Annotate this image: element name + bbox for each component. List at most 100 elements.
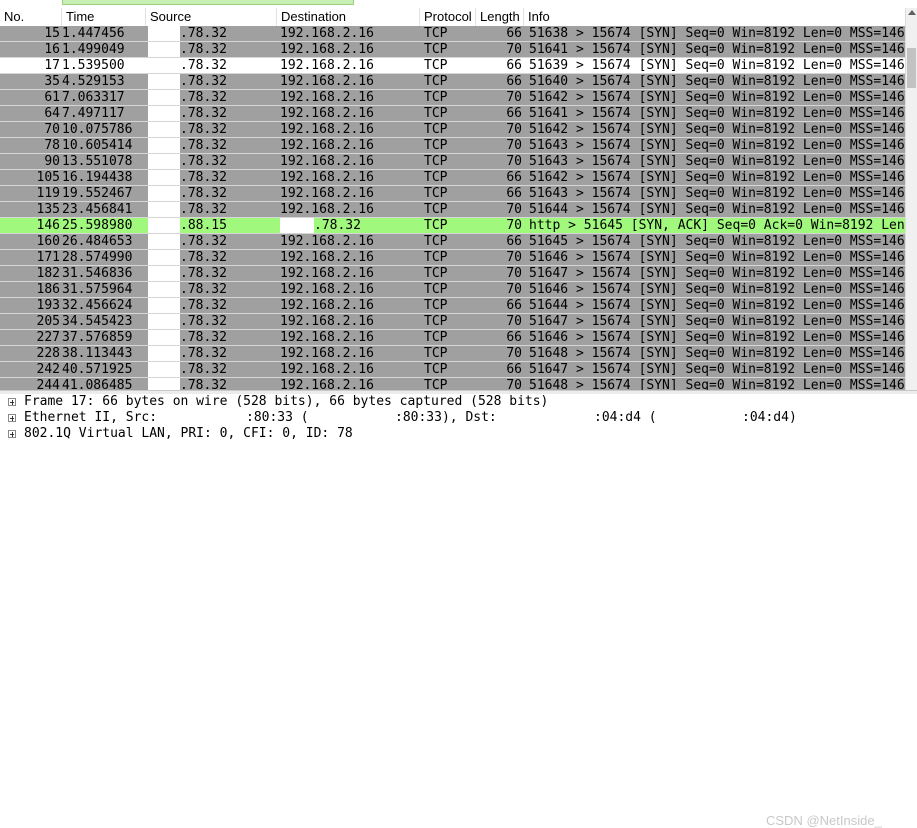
packet-time: 16.194438 — [62, 170, 133, 185]
packet-info: 51647 > 15674 [SYN] Seq=0 Win=8192 Len=0… — [529, 362, 905, 377]
redaction-mask — [148, 250, 180, 266]
packet-no: 35 — [44, 74, 60, 89]
packet-length: 70 — [506, 314, 522, 329]
redaction-mask — [148, 74, 180, 90]
packet-row[interactable]: 171 28.574990 .78.32 192.168.2.16 TCP 70 51646… — [0, 250, 905, 266]
packet-time: 40.571925 — [62, 362, 133, 377]
packet-row[interactable]: 227 37.576859 .78.32 192.168.2.16 TCP 66 51646… — [0, 330, 905, 346]
expand-plus-icon[interactable] — [8, 414, 16, 422]
packet-source: .78.32 — [180, 282, 227, 297]
packet-row[interactable]: 64 7.497117 .78.32 192.168.2.16 TCP 66 51641 >… — [0, 106, 905, 122]
packet-no: 193 — [36, 298, 60, 313]
packet-row[interactable]: 90 13.551078 .78.32 192.168.2.16 TCP 70 51643 … — [0, 154, 905, 170]
packet-row[interactable]: 193 32.456624 .78.32 192.168.2.16 TCP 66 51644… — [0, 298, 905, 314]
packet-length: 66 — [506, 58, 522, 73]
packet-protocol: TCP — [424, 74, 448, 89]
packet-list[interactable]: 15 1.447456 .78.32 192.168.2.16 TCP 66 51638 >… — [0, 26, 905, 390]
packet-no: 119 — [36, 186, 60, 201]
redaction-mask — [148, 298, 180, 314]
packet-source: .78.32 — [180, 106, 227, 121]
packet-row[interactable]: 205 34.545423 .78.32 192.168.2.16 TCP 70 51647… — [0, 314, 905, 330]
packet-destination: 192.168.2.16 — [280, 154, 374, 169]
packet-length: 70 — [506, 90, 522, 105]
packet-info: 51645 > 15674 [SYN] Seq=0 Win=8192 Len=0… — [529, 234, 905, 249]
packet-no: 64 — [44, 106, 60, 121]
packet-time: 38.113443 — [62, 346, 133, 361]
packet-protocol: TCP — [424, 298, 448, 313]
packet-row[interactable]: 119 19.552467 .78.32 192.168.2.16 TCP 66 51643… — [0, 186, 905, 202]
packet-length: 66 — [506, 106, 522, 121]
column-header-info[interactable]: Info — [524, 8, 905, 26]
packet-row[interactable]: 242 40.571925 .78.32 192.168.2.16 TCP 66 51647… — [0, 362, 905, 378]
column-header-no[interactable]: No. — [0, 8, 62, 26]
packet-source: .78.32 — [180, 138, 227, 153]
redaction-mask — [148, 90, 180, 106]
packet-protocol: TCP — [424, 202, 448, 217]
packet-no: 90 — [44, 154, 60, 169]
packet-destination: 192.168.2.16 — [280, 122, 374, 137]
packet-info: 51641 > 15674 [SYN] Seq=0 Win=8192 Len=0… — [529, 106, 905, 121]
packet-row[interactable]: 244 41.086485 .78.32 192.168.2.16 TCP 70 51648… — [0, 378, 905, 390]
redaction-mask — [148, 26, 180, 42]
packet-source: .78.32 — [180, 186, 227, 201]
packet-destination: 192.168.2.16 — [280, 106, 374, 121]
packet-info: 51644 > 15674 [SYN] Seq=0 Win=8192 Len=0… — [529, 202, 905, 217]
packet-protocol: TCP — [424, 26, 448, 41]
packet-time: 25.598980 — [62, 218, 133, 233]
packet-row[interactable]: 228 38.113443 .78.32 192.168.2.16 TCP 70 51648… — [0, 346, 905, 362]
column-header-protocol[interactable]: Protocol — [420, 8, 476, 26]
packet-no: 182 — [36, 266, 60, 281]
packet-row[interactable]: 35 4.529153 .78.32 192.168.2.16 TCP 66 51640 >… — [0, 74, 905, 90]
packet-length: 70 — [506, 282, 522, 297]
packet-destination: 192.168.2.16 — [280, 170, 374, 185]
packet-row[interactable]: 78 10.605414 .78.32 192.168.2.16 TCP 70 51643 … — [0, 138, 905, 154]
packet-row[interactable]: 182 31.546836 .78.32 192.168.2.16 TCP 70 51647… — [0, 266, 905, 282]
packet-source: .78.32 — [180, 170, 227, 185]
packet-row[interactable]: 146 25.598980.88.15.78.32 TCP 70 http > 5164… — [0, 218, 905, 234]
packet-row[interactable]: 160 26.484653 .78.32 192.168.2.16 TCP 66 51645… — [0, 234, 905, 250]
column-header-destination[interactable]: Destination — [277, 8, 420, 26]
packet-time: 31.575964 — [62, 282, 133, 297]
packet-source: .78.32 — [180, 378, 227, 390]
packet-no: 244 — [36, 378, 60, 390]
detail-frame-row[interactable]: Frame 17: 66 bytes on wire (528 bits), 6… — [0, 394, 917, 410]
packet-protocol: TCP — [424, 330, 448, 345]
scrollbar-thumb[interactable] — [907, 48, 916, 88]
expand-plus-icon[interactable] — [8, 398, 16, 406]
packet-row[interactable]: 16 1.499049 .78.32 192.168.2.16 TCP 70 51641 >… — [0, 42, 905, 58]
packet-time: 31.546836 — [62, 266, 133, 281]
packet-protocol: TCP — [424, 314, 448, 329]
packet-protocol: TCP — [424, 42, 448, 57]
packet-row[interactable]: 61 7.063317 .78.32 192.168.2.16 TCP 70 51642 >… — [0, 90, 905, 106]
packet-list-scrollbar[interactable] — [905, 8, 917, 390]
packet-row[interactable]: 186 31.575964 .78.32 192.168.2.16 TCP 70 51646… — [0, 282, 905, 298]
packet-destination: 192.168.2.16 — [280, 346, 374, 361]
detail-vlan-row[interactable]: 802.1Q Virtual LAN, PRI: 0, CFI: 0, ID: … — [0, 426, 917, 442]
packet-row[interactable]: 15 1.447456 .78.32 192.168.2.16 TCP 66 51638 >… — [0, 26, 905, 42]
packet-protocol: TCP — [424, 266, 448, 281]
packet-row[interactable]: 70 10.075786.78.32 192.168.2.16 TCP 70 51642 … — [0, 122, 905, 138]
scroll-up-arrow-icon[interactable] — [908, 10, 916, 15]
packet-protocol: TCP — [424, 106, 448, 121]
packet-destination: 192.168.2.16 — [280, 234, 374, 249]
packet-row[interactable]: 105 16.194438 .78.32 192.168.2.16 TCP 66 51642… — [0, 170, 905, 186]
packet-length: 66 — [506, 74, 522, 89]
packet-info: 51638 > 15674 [SYN] Seq=0 Win=8192 Len=0… — [529, 26, 905, 41]
packet-time: 1.499049 — [62, 42, 125, 57]
packet-destination: 192.168.2.16 — [280, 362, 374, 377]
detail-vlan-text: 802.1Q Virtual LAN, PRI: 0, CFI: 0, ID: … — [24, 426, 353, 441]
column-header-length[interactable]: Length — [476, 8, 524, 26]
packet-list-header: No. Time Source Destination Protocol Len… — [0, 8, 905, 27]
column-header-time[interactable]: Time — [62, 8, 146, 26]
detail-ethernet-row[interactable]: Ethernet II, Src: :80:33 ( :80:33), Dst:… — [0, 410, 917, 426]
packet-destination: 192.168.2.16 — [280, 282, 374, 297]
packet-row[interactable]: 17 1.539500 .78.32 192.168.2.16 TCP 66 51639 >… — [0, 58, 905, 74]
display-filter-input[interactable] — [62, 0, 354, 5]
packet-row[interactable]: 135 23.456841 .78.32 192.168.2.16 TCP 70 51644… — [0, 202, 905, 218]
packet-protocol: TCP — [424, 378, 448, 390]
expand-plus-icon[interactable] — [8, 430, 16, 438]
column-header-source[interactable]: Source — [146, 8, 277, 26]
packet-no: 105 — [36, 170, 60, 185]
packet-protocol: TCP — [424, 58, 448, 73]
packet-protocol: TCP — [424, 138, 448, 153]
